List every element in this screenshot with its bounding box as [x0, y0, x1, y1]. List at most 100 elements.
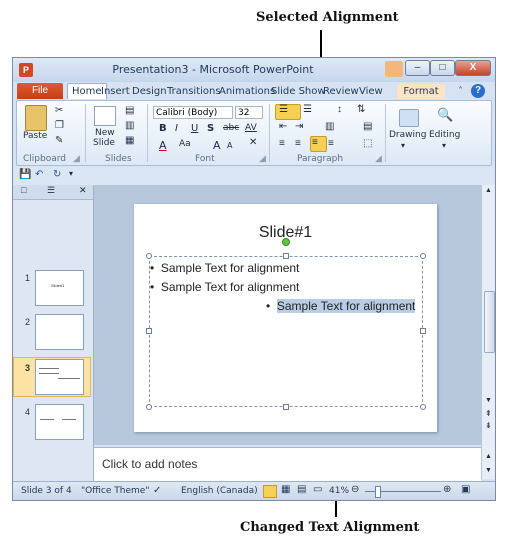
scroll-thumb[interactable] — [484, 291, 495, 353]
text-direction-icon[interactable]: ⇅ — [357, 104, 365, 115]
grow-font-button[interactable]: A — [213, 139, 221, 152]
close-pane-icon[interactable]: ✕ — [79, 185, 87, 196]
language-indicator[interactable]: English (Canada) — [181, 486, 258, 496]
font-name-combo[interactable]: Calibri (Body) — [153, 106, 233, 119]
resize-handle[interactable] — [420, 404, 426, 410]
selected-bullet-text[interactable]: Sample Text for alignment — [276, 299, 416, 313]
tab-view[interactable]: View — [359, 86, 383, 97]
resize-handle[interactable] — [283, 253, 289, 259]
character-spacing-button[interactable]: AV — [245, 123, 257, 133]
tab-format[interactable]: Format — [397, 84, 445, 99]
cut-icon[interactable]: ✂ — [55, 105, 63, 116]
notes-pane[interactable]: Click to add notes — [94, 447, 481, 481]
font-size-combo[interactable]: 32 — [235, 106, 263, 119]
font-color-button[interactable]: A — [159, 139, 167, 152]
scroll-down-icon[interactable]: ▼ — [485, 397, 492, 404]
close-button[interactable]: X — [455, 60, 491, 76]
slide-thumbnail-4[interactable] — [35, 404, 84, 440]
resize-handle[interactable] — [146, 404, 152, 410]
zoom-in-icon[interactable]: ⊕ — [443, 484, 451, 495]
save-icon[interactable]: 💾 — [19, 169, 31, 180]
increase-indent-icon[interactable]: ⇥ — [295, 121, 303, 132]
line-spacing-icon[interactable]: ↕ — [337, 104, 342, 115]
columns-icon[interactable]: ▥ — [325, 121, 334, 132]
new-slide-label-2[interactable]: Slide — [93, 138, 115, 148]
strikethrough-button[interactable]: abc — [223, 123, 239, 133]
italic-button[interactable]: I — [175, 123, 178, 134]
copy-icon[interactable]: ❐ — [55, 120, 64, 131]
clipboard-launcher-icon[interactable]: ◢ — [73, 154, 80, 164]
underline-button[interactable]: U — [191, 123, 198, 134]
resize-handle[interactable] — [420, 328, 426, 334]
decrease-indent-icon[interactable]: ⇤ — [279, 121, 287, 132]
fit-to-window-icon[interactable]: ▣ — [461, 484, 470, 495]
notes-placeholder[interactable]: Click to add notes — [102, 457, 197, 471]
normal-view-icon[interactable] — [263, 485, 277, 498]
zoom-level[interactable]: 41% — [329, 486, 349, 496]
slide-thumbnail-2[interactable] — [35, 314, 84, 350]
paragraph-launcher-icon[interactable]: ◢ — [375, 154, 382, 164]
tab-transitions[interactable]: Transitions — [167, 86, 221, 97]
numbering-icon[interactable]: ☰ — [303, 104, 312, 115]
slide-show-icon[interactable]: ▭ — [313, 484, 322, 495]
slide-thumbnail-3[interactable] — [35, 359, 84, 395]
zoom-slider-thumb[interactable] — [375, 486, 381, 498]
tab-slide-show[interactable]: Slide Show — [271, 86, 326, 97]
smartart-icon[interactable]: ⬚ — [363, 138, 372, 149]
tab-insert[interactable]: Insert — [101, 86, 130, 97]
redo-icon[interactable]: ↻ — [53, 169, 61, 180]
reset-icon[interactable]: ▥ — [125, 120, 134, 131]
shadow-button[interactable]: S — [207, 123, 214, 134]
bullet-item[interactable]: • Sample Text for alignment — [150, 280, 299, 294]
tab-animations[interactable]: Animations — [219, 86, 275, 97]
binoculars-icon[interactable]: 🔍 — [437, 107, 453, 123]
scroll-up-icon[interactable]: ▲ — [485, 187, 492, 194]
font-launcher-icon[interactable]: ◢ — [259, 154, 266, 164]
resize-handle[interactable] — [283, 404, 289, 410]
zoom-out-icon[interactable]: ⊖ — [351, 484, 359, 495]
vertical-scrollbar[interactable]: ▲ ▼ ⇞ ⇟ ▲ ▼ — [481, 185, 495, 479]
previous-slide-icon[interactable]: ⇞ — [485, 409, 492, 418]
paste-label[interactable]: Paste — [23, 131, 47, 141]
tab-design[interactable]: Design — [132, 86, 167, 97]
drawing-icon[interactable] — [399, 109, 419, 127]
clear-formatting-icon[interactable]: ✕ — [249, 137, 257, 148]
theme-name[interactable]: "Office Theme" — [81, 486, 149, 496]
maximize-button[interactable]: □ — [430, 60, 455, 76]
slide-canvas[interactable]: Slide#1 • Sample Text for alignment • Sa… — [134, 204, 437, 432]
slide-sorter-icon[interactable]: ▦ — [281, 484, 290, 495]
tab-review[interactable]: Review — [323, 86, 359, 97]
drawing-label[interactable]: Drawing — [389, 130, 426, 140]
content-placeholder[interactable] — [149, 256, 423, 407]
notes-scroll-up-icon[interactable]: ▲ — [485, 453, 492, 460]
editing-label[interactable]: Editing — [429, 130, 460, 140]
format-painter-icon[interactable]: ✎ — [55, 135, 63, 146]
shrink-font-button[interactable]: A — [227, 141, 232, 150]
drawing-dropdown-icon[interactable]: ▾ — [401, 141, 405, 150]
editing-dropdown-icon[interactable]: ▾ — [442, 141, 446, 150]
justify-icon[interactable]: ≡ — [328, 138, 334, 149]
outline-tab-icon[interactable]: ☰ — [47, 185, 55, 196]
resize-handle[interactable] — [146, 253, 152, 259]
align-center-icon[interactable]: ≡ — [295, 138, 301, 149]
layout-icon[interactable]: ▤ — [125, 105, 134, 116]
tab-file[interactable]: File — [17, 83, 63, 99]
bullet-item-right-aligned[interactable]: • Sample Text for alignment — [266, 299, 416, 313]
reading-view-icon[interactable]: ▤ — [297, 484, 306, 495]
slide-thumbnail-1[interactable]: Slide#1 — [35, 270, 84, 306]
resize-handle[interactable] — [146, 328, 152, 334]
change-case-button[interactable]: Aa — [179, 139, 191, 149]
minimize-button[interactable]: – — [405, 60, 430, 76]
customize-qat-icon[interactable]: ▾ — [69, 169, 73, 178]
align-left-icon[interactable]: ≡ — [279, 138, 285, 149]
spell-check-icon[interactable]: ✓ — [153, 485, 161, 496]
resize-handle[interactable] — [420, 253, 426, 259]
collapse-ribbon-icon[interactable]: ˄ — [458, 86, 463, 97]
bold-button[interactable]: B — [159, 123, 167, 134]
help-icon[interactable]: ? — [471, 84, 485, 98]
undo-icon[interactable]: ↶ — [35, 169, 43, 180]
next-slide-icon[interactable]: ⇟ — [485, 421, 492, 430]
bullet-item[interactable]: • Sample Text for alignment — [150, 261, 299, 275]
paste-icon[interactable] — [25, 105, 47, 131]
section-icon[interactable]: ▦ — [125, 135, 134, 146]
